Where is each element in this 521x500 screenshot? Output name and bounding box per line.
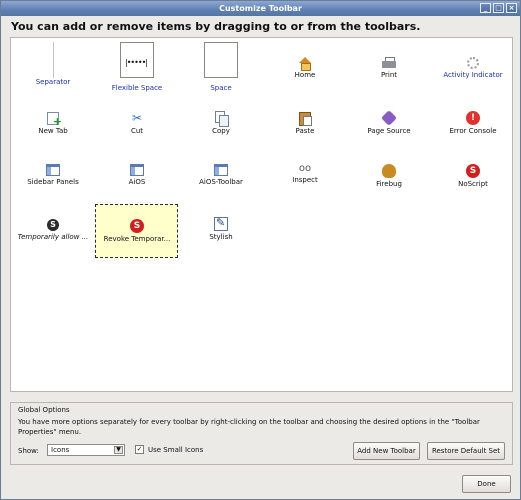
- chevron-down-icon[interactable]: ▼: [114, 446, 123, 454]
- global-options-title: Global Options: [18, 406, 70, 414]
- stylish-icon: [214, 217, 228, 231]
- palette-item-aios-toolbar[interactable]: AiOS-Toolbar: [179, 164, 263, 186]
- home-icon: [298, 57, 312, 71]
- palette-item-cut[interactable]: ✂ Cut: [95, 111, 179, 135]
- minimize-icon[interactable]: _: [480, 3, 491, 13]
- global-options-group: Global Options You have more options sep…: [10, 402, 513, 465]
- palette-item-new-tab[interactable]: New Tab: [11, 111, 95, 135]
- close-icon[interactable]: ×: [506, 3, 517, 13]
- copy-icon: [214, 111, 229, 127]
- palette-item-activity-indicator[interactable]: Activity Indicator: [431, 57, 515, 79]
- window-controls: _ □ ×: [480, 3, 517, 13]
- panel-icon: [130, 164, 144, 176]
- item-label: AiOS-Toolbar: [199, 178, 243, 186]
- palette-item-temporarily-allow[interactable]: S Temporarily allow ...: [11, 219, 95, 241]
- show-select[interactable]: Icons ▼: [47, 444, 125, 456]
- panel-icon: [214, 164, 228, 176]
- printer-icon: [382, 57, 396, 69]
- new-tab-icon: [46, 111, 62, 128]
- palette-item-firebug[interactable]: Firebug: [347, 164, 431, 188]
- done-button[interactable]: Done: [462, 475, 511, 493]
- palette-item-aios[interactable]: AiOS: [95, 164, 179, 186]
- toolbar-items-palette[interactable]: Separator |•••••| Flexible Space Space H…: [10, 37, 513, 392]
- customize-toolbar-window: Customize Toolbar _ □ × You can add or r…: [0, 0, 521, 500]
- palette-item-space[interactable]: Space: [179, 42, 263, 92]
- palette-item-noscript[interactable]: S NoScript: [431, 164, 515, 188]
- item-label: Revoke Temporar...: [103, 235, 171, 243]
- palette-item-copy[interactable]: Copy: [179, 111, 263, 135]
- glasses-icon: oo: [298, 164, 312, 174]
- item-label: Home: [294, 71, 316, 79]
- palette-item-paste[interactable]: Paste: [263, 111, 347, 135]
- palette-item-flexible-space[interactable]: |•••••| Flexible Space: [95, 42, 179, 92]
- item-label: Stylish: [209, 233, 233, 241]
- item-label: Temporarily allow ...: [17, 233, 89, 241]
- palette-item-stylish[interactable]: Stylish: [179, 217, 263, 241]
- item-label: Separator: [35, 78, 71, 86]
- global-options-description: You have more options separately for eve…: [18, 418, 480, 436]
- error-icon: !: [466, 111, 480, 125]
- palette-item-revoke-temporary[interactable]: S Revoke Temporar...: [95, 219, 179, 243]
- item-label: Firebug: [376, 180, 402, 188]
- window-title: Customize Toolbar: [219, 4, 302, 13]
- item-label: Activity Indicator: [443, 71, 503, 79]
- item-label: AiOS: [128, 178, 146, 186]
- item-label: Sidebar Panels: [27, 178, 79, 186]
- noscript-revoke-icon: S: [130, 219, 144, 233]
- palette-item-home[interactable]: Home: [263, 57, 347, 79]
- palette-item-separator[interactable]: Separator: [11, 42, 95, 86]
- palette-item-error-console[interactable]: ! Error Console: [431, 111, 515, 135]
- code-icon: [381, 111, 397, 126]
- item-label: Error Console: [449, 127, 497, 135]
- scissors-icon: ✂: [131, 111, 143, 125]
- item-label: Space: [210, 84, 232, 92]
- item-label: Paste: [295, 127, 315, 135]
- item-label: Copy: [212, 127, 230, 135]
- throbber-icon: [467, 57, 479, 69]
- noscript-icon: S: [466, 164, 480, 178]
- flexible-space-icon: |•••••|: [120, 42, 154, 78]
- bug-icon: [382, 164, 396, 178]
- use-small-icons-label: Use Small Icons: [148, 446, 204, 454]
- title-bar: Customize Toolbar _ □ ×: [1, 1, 520, 16]
- restore-default-set-button[interactable]: Restore Default Set: [427, 442, 505, 460]
- sidebar-icon: [46, 164, 60, 176]
- show-selected-value: Icons: [51, 446, 70, 454]
- use-small-icons-checkbox[interactable]: ✓: [135, 445, 144, 454]
- show-label: Show:: [18, 447, 39, 455]
- add-new-toolbar-button[interactable]: Add New Toolbar: [353, 442, 420, 460]
- item-label: Cut: [130, 127, 144, 135]
- palette-item-inspect[interactable]: oo Inspect: [263, 164, 347, 184]
- item-label: Inspect: [292, 176, 318, 184]
- clipboard-icon: [298, 111, 312, 126]
- palette-item-page-source[interactable]: Page Source: [347, 111, 431, 135]
- item-label: Page Source: [367, 127, 411, 135]
- page-title: You can add or remove items by dragging …: [11, 20, 421, 33]
- maximize-icon[interactable]: □: [493, 3, 504, 13]
- item-label: Print: [380, 71, 398, 79]
- item-label: New Tab: [38, 127, 68, 135]
- item-label: Flexible Space: [111, 84, 163, 92]
- noscript-temp-icon: S: [47, 219, 59, 231]
- separator-line: [52, 42, 54, 78]
- item-label: NoScript: [458, 180, 488, 188]
- space-box-icon: [204, 42, 238, 78]
- palette-item-print[interactable]: Print: [347, 57, 431, 79]
- palette-item-sidebar-panels[interactable]: Sidebar Panels: [11, 164, 95, 186]
